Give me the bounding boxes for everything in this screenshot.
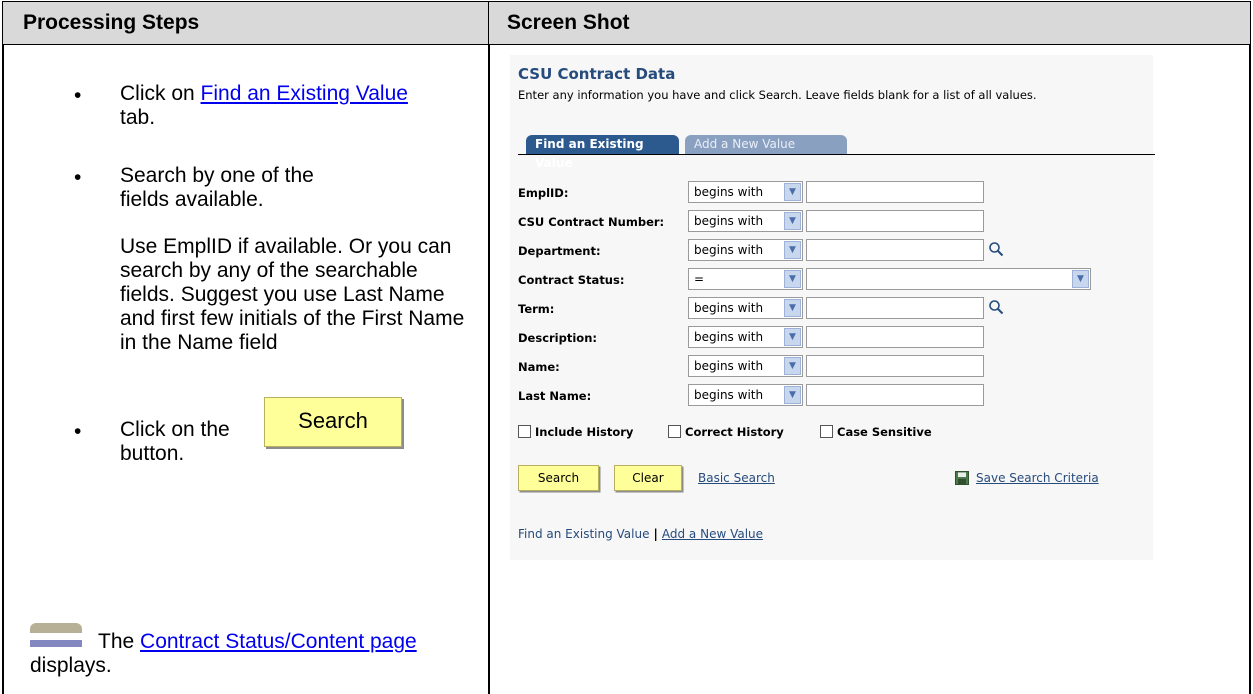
name-input[interactable] [806,355,984,377]
checkbox-box[interactable] [820,425,833,438]
operator-select[interactable]: begins with ▼ [688,210,803,232]
include-history-checkbox[interactable]: Include History [518,425,633,439]
page-instructions: Enter any information you have and click… [518,88,1037,102]
term-input[interactable] [806,297,984,319]
checkbox-box[interactable] [518,425,531,438]
step-3-prefix: Click on the [120,418,230,441]
search-button[interactable]: Search [518,465,599,491]
bottom-navigation: Find an Existing Value | Add a New Value [518,527,763,541]
result-suffix: displays. [30,654,112,677]
step-2-paragraph: Use EmplID if available. Or you can sear… [120,235,465,354]
field-label: EmplID: [518,186,569,200]
tab-find-existing-value[interactable]: Find an Existing Value [526,135,679,170]
chevron-down-icon: ▼ [784,386,801,404]
operator-select[interactable]: begins with ▼ [688,384,803,406]
contract-status-content-page-link[interactable]: Contract Status/Content page [140,630,417,653]
tab-add-new-value[interactable]: Add a New Value [685,135,847,154]
magnifier-icon[interactable] [988,299,1004,315]
chevron-down-icon: ▼ [784,357,801,375]
checkbox-box[interactable] [668,425,681,438]
find-existing-value-link[interactable]: Find an Existing Value [201,82,408,105]
operator-select[interactable]: begins with ▼ [688,239,803,261]
step-2-text: Search by one of the fields available. [120,164,314,211]
step-2: Search by one of the fields available. U… [120,164,470,355]
case-sensitive-checkbox[interactable]: Case Sensitive [820,425,932,439]
field-label: Term: [518,302,555,316]
header-screen-shot: Screen Shot [488,1,1251,45]
basic-search-link[interactable]: Basic Search [698,471,775,485]
table-border-middle [488,45,490,694]
field-label: CSU Contract Number: [518,215,665,229]
field-label: Contract Status: [518,273,625,287]
bullet: • [74,166,82,189]
department-input[interactable] [806,239,984,261]
checkbox-label: Correct History [685,425,784,439]
field-label: Description: [518,331,597,345]
link-separator: | [653,527,658,541]
chevron-down-icon[interactable]: ▼ [1072,270,1089,288]
operator-select[interactable]: begins with ▼ [688,181,803,203]
step-1-suffix: tab. [120,106,156,129]
step-3-suffix: button. [120,442,185,465]
chevron-down-icon: ▼ [784,270,801,288]
contract-number-input[interactable] [806,210,984,232]
chevron-down-icon: ▼ [784,241,801,259]
step-1: Click on Find an Existing Value tab. [120,82,470,130]
header-processing-steps: Processing Steps [2,1,489,45]
search-page-screenshot: CSU Contract Data Enter any information … [510,55,1155,560]
page-icon [30,623,82,633]
checkbox-label: Case Sensitive [837,425,932,439]
search-button-image: Search [264,397,402,447]
chevron-down-icon: ▼ [784,299,801,317]
chevron-down-icon: ▼ [784,212,801,230]
find-existing-value-bottom-link[interactable]: Find an Existing Value [518,527,649,541]
field-label: Name: [518,360,560,374]
contract-status-select[interactable] [806,268,1091,290]
description-input[interactable] [806,326,984,348]
correct-history-checkbox[interactable]: Correct History [668,425,784,439]
bullet: • [74,84,82,107]
last-name-input[interactable] [806,384,984,406]
add-new-value-bottom-link[interactable]: Add a New Value [662,527,763,541]
emplid-input[interactable] [806,181,984,203]
floppy-disk-icon[interactable] [955,471,969,485]
chevron-down-icon: ▼ [784,328,801,346]
tab-bar: Find an Existing Value Add a New Value [518,132,1155,170]
document-table: Processing Steps Screen Shot • Click on … [2,1,1251,694]
operator-select[interactable]: = ▼ [688,268,803,290]
checkbox-label: Include History [535,425,634,439]
field-label: Department: [518,244,601,258]
table-border-left [2,45,4,694]
bullet: • [74,420,82,443]
operator-select[interactable]: begins with ▼ [688,355,803,377]
operator-select[interactable]: begins with ▼ [688,297,803,319]
table-border-right [1249,45,1251,694]
save-search-criteria-link[interactable]: Save Search Criteria [976,471,1099,485]
clear-button[interactable]: Clear [614,465,682,491]
step-1-prefix: Click on [120,82,201,105]
operator-select[interactable]: begins with ▼ [688,326,803,348]
page-title: CSU Contract Data [518,65,676,83]
chevron-down-icon: ▼ [784,183,801,201]
magnifier-icon[interactable] [988,241,1004,257]
result-prefix: The [98,630,141,653]
page-icon-base [30,640,82,647]
field-label: Last Name: [518,389,592,403]
result-line: The Contract Status/Content page [98,630,478,654]
